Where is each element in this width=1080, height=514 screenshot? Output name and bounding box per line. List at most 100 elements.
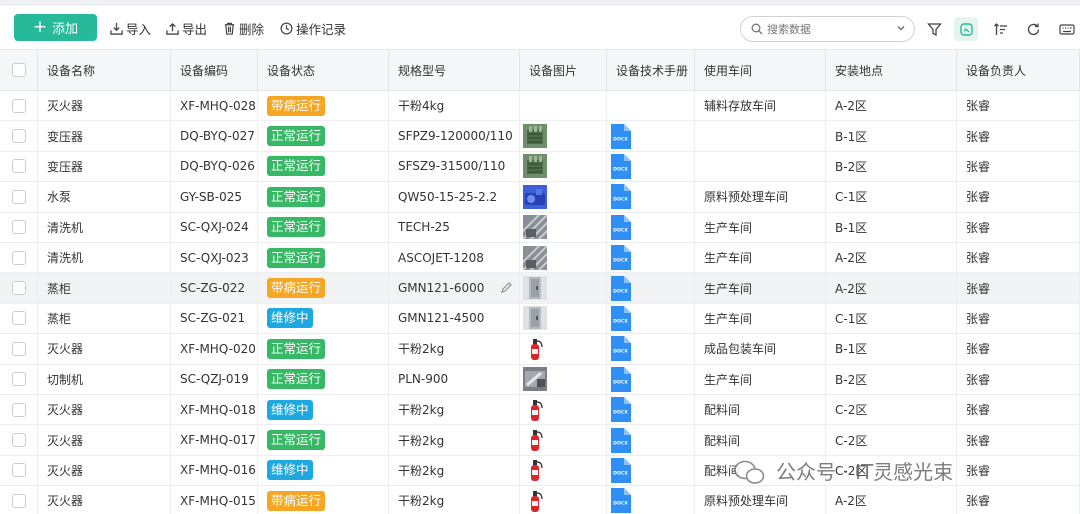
cell-status[interactable]: 正常运行 [258, 243, 389, 273]
cell-manual[interactable]: DOCX [607, 151, 695, 182]
filter-icon[interactable] [922, 17, 946, 41]
cell-image[interactable] [520, 334, 607, 364]
cell-status[interactable]: 正常运行 [258, 182, 389, 212]
cell-workshop[interactable]: 生产车间 [695, 243, 826, 273]
table-row[interactable]: 蒸柜 SC-ZG-021 维修中 GMN121-4500 DOCX 生产车间 C-1区 张睿 [0, 303, 1080, 335]
table-row[interactable]: 灭火器 XF-MHQ-016 维修中 干粉2kg DOCX 配料间 C-2区 张睿 [0, 455, 1080, 487]
row-checkbox-cell[interactable] [0, 243, 38, 273]
cell-spec[interactable]: ASCOJET-1208 [389, 243, 520, 273]
cell-manual[interactable]: DOCX [607, 243, 695, 273]
equipment-photo-extinguisher[interactable] [523, 336, 547, 361]
column-header-owner[interactable]: 设备负责人 [957, 50, 1080, 90]
cell-spec[interactable]: 干粉2kg [389, 455, 520, 486]
cell-name[interactable]: 切制机 [38, 364, 171, 394]
row-checkbox-cell[interactable] [0, 486, 38, 514]
cell-workshop[interactable]: 配料间 [695, 425, 826, 455]
cell-spec[interactable]: 干粉2kg [389, 334, 520, 364]
select-all-checkbox[interactable] [12, 63, 26, 77]
cell-manual[interactable]: DOCX [607, 364, 695, 394]
row-checkbox[interactable] [12, 341, 26, 356]
cell-status[interactable]: 正常运行 [258, 334, 389, 364]
cell-manual[interactable]: DOCX [607, 334, 695, 364]
docx-file-icon[interactable]: DOCX [610, 427, 631, 453]
cell-owner[interactable]: 张睿 [957, 273, 1080, 303]
cell-owner[interactable]: 张睿 [957, 455, 1080, 486]
cell-code[interactable]: XF-MHQ-016 [171, 455, 258, 486]
cell-name[interactable]: 灭火器 [38, 486, 171, 514]
cell-workshop[interactable]: 配料间 [695, 395, 826, 425]
docx-file-icon[interactable]: DOCX [610, 123, 631, 149]
operation-log-button[interactable]: 操作记录 [280, 18, 346, 38]
row-checkbox-cell[interactable] [0, 91, 38, 121]
row-checkbox[interactable] [12, 220, 26, 235]
cell-code[interactable]: SC-QZJ-019 [171, 364, 258, 394]
cell-code[interactable]: XF-MHQ-020 [171, 334, 258, 364]
table-row[interactable]: 灭火器 XF-MHQ-018 维修中 干粉2kg DOCX 配料间 C-2区 张睿 [0, 395, 1080, 426]
cell-code[interactable]: DQ-BYQ-027 [171, 121, 258, 151]
cell-code[interactable]: SC-ZG-021 [171, 303, 258, 334]
cell-status[interactable]: 正常运行 [258, 121, 389, 151]
cell-owner[interactable]: 张睿 [957, 425, 1080, 455]
highlight-icon[interactable] [954, 17, 978, 41]
cell-code[interactable]: SC-ZG-022 [171, 273, 258, 303]
table-row[interactable]: 变压器 DQ-BYQ-027 正常运行 SFPZ9-120000/110 DOCX B-1… [0, 121, 1080, 152]
row-checkbox[interactable] [12, 250, 26, 265]
cell-code[interactable]: DQ-BYQ-026 [171, 151, 258, 182]
cell-code[interactable]: XF-MHQ-018 [171, 395, 258, 425]
column-header-status[interactable]: 设备状态 [258, 50, 389, 90]
equipment-photo-washer[interactable] [520, 243, 556, 273]
cell-status[interactable]: 维修中 [258, 395, 389, 425]
keyboard-icon[interactable] [1055, 17, 1079, 41]
cell-name[interactable]: 灭火器 [38, 334, 171, 364]
cell-manual[interactable]: DOCX [607, 425, 695, 455]
cell-spec[interactable]: 干粉2kg [389, 425, 520, 455]
cell-owner[interactable]: 张睿 [957, 303, 1080, 334]
cell-status[interactable]: 维修中 [258, 303, 389, 334]
cell-location[interactable]: B-2区 [826, 364, 957, 394]
cell-name[interactable]: 蒸柜 [38, 303, 171, 334]
cell-workshop[interactable]: 辅料存放车间 [695, 91, 826, 121]
cell-workshop[interactable]: 原料预处理车间 [695, 486, 826, 514]
cell-owner[interactable]: 张睿 [957, 212, 1080, 242]
cell-status[interactable]: 带病运行 [258, 91, 389, 121]
row-checkbox[interactable] [12, 281, 26, 296]
cell-name[interactable]: 灭火器 [38, 455, 171, 486]
column-header-code[interactable]: 设备编码 [171, 50, 258, 90]
equipment-photo-extinguisher[interactable] [523, 397, 547, 422]
cell-image[interactable] [520, 364, 607, 394]
equipment-photo-steamer[interactable] [523, 306, 547, 331]
docx-file-icon[interactable]: DOCX [610, 488, 631, 514]
table-row[interactable]: 灭火器 XF-MHQ-015 带病运行 干粉2kg DOCX 原料预处理车间 A-2区 张睿 [0, 486, 1080, 514]
table-row[interactable]: 灭火器 XF-MHQ-017 正常运行 干粉2kg DOCX 配料间 C-2区 张睿 [0, 425, 1080, 456]
equipment-photo-transformer[interactable] [523, 124, 547, 149]
equipment-photo-extinguisher[interactable] [523, 488, 547, 513]
cell-location[interactable]: B-2区 [826, 151, 957, 182]
row-checkbox[interactable] [12, 433, 26, 448]
row-checkbox-cell[interactable] [0, 364, 38, 394]
cell-manual[interactable] [607, 91, 695, 121]
row-checkbox-cell[interactable] [0, 425, 38, 455]
docx-file-icon[interactable]: DOCX [610, 153, 631, 179]
docx-file-icon[interactable]: DOCX [610, 184, 631, 210]
cell-location[interactable]: B-1区 [826, 212, 957, 242]
column-header-name[interactable]: 设备名称 [38, 50, 171, 90]
column-header-image[interactable]: 设备图片 [520, 50, 607, 90]
row-checkbox-cell[interactable] [0, 121, 38, 151]
cell-spec[interactable]: SFPZ9-120000/110 [389, 121, 520, 151]
cell-status[interactable]: 维修中 [258, 455, 389, 486]
cell-owner[interactable]: 张睿 [957, 243, 1080, 273]
docx-file-icon[interactable]: DOCX [610, 275, 631, 301]
row-checkbox[interactable] [12, 189, 26, 204]
table-row[interactable]: 清洗机 SC-QXJ-023 正常运行 ASCOJET-1208 DOCX 生产车间 A-2… [0, 243, 1080, 274]
cell-spec[interactable]: QW50-15-25-2.2 [389, 182, 520, 212]
cell-image[interactable] [520, 273, 607, 303]
cell-name[interactable]: 变压器 [38, 151, 171, 182]
table-row[interactable]: 清洗机 SC-QXJ-024 正常运行 TECH-25 DOCX 生产车间 B-1区 张睿 [0, 212, 1080, 243]
cell-spec[interactable]: 干粉2kg [389, 395, 520, 425]
equipment-photo-cutter[interactable] [523, 367, 547, 392]
docx-file-icon[interactable]: DOCX [610, 305, 631, 331]
cell-spec[interactable]: GMN121-6000 [389, 273, 520, 303]
cell-location[interactable]: C-2区 [826, 455, 957, 486]
refresh-icon[interactable] [1021, 17, 1045, 41]
cell-name[interactable]: 灭火器 [38, 91, 171, 121]
